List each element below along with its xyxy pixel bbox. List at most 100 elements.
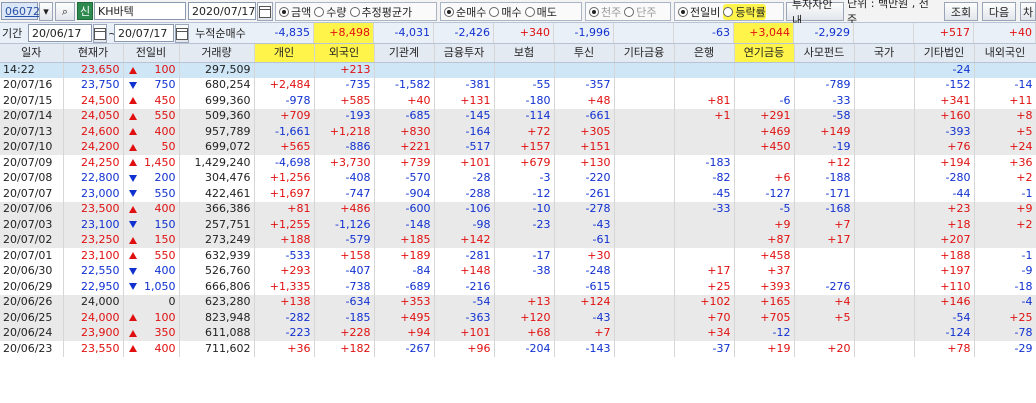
table-cell: 14:22	[0, 62, 64, 78]
triangle-up-icon	[128, 252, 137, 260]
table-cell: -978	[254, 93, 315, 109]
radio-radio_d-1[interactable]: 등락률	[723, 3, 766, 20]
radio-radio_c-1[interactable]: 단주	[624, 4, 657, 20]
table-row[interactable]: 20/07/14 24,050 550 509,360 +709 -193 -685 -145…	[0, 108, 1036, 124]
table-row[interactable]: 20/06/26 24,000 0 623,280 +138 -634 +353 -54 +13…	[0, 294, 1036, 310]
table-row[interactable]: 20/07/10 24,200 50 699,072 +565 -886 +221 -517 +…	[0, 139, 1036, 155]
stock-code-field[interactable]: 060720	[1, 2, 47, 20]
column-header[interactable]: 기타금융	[614, 44, 675, 63]
table-cell	[674, 77, 735, 93]
table-cell: -12	[734, 325, 795, 341]
table-row[interactable]: 20/07/15 24,500 450 699,360 -978 +585 +40 +131-…	[0, 93, 1036, 109]
cumulative-value: -2,929	[794, 23, 854, 43]
table-row[interactable]: 20/06/23 23,550 400 711,602 +36 +182 -267 +96 -2…	[0, 341, 1036, 357]
table-cell: -408	[314, 170, 375, 186]
table-cell: -29	[974, 341, 1036, 357]
table-row[interactable]: 20/07/09 24,250 1,450 1,429,240 -4,698 +3,730…	[0, 155, 1036, 171]
table-cell	[854, 232, 915, 248]
change-value: 0	[168, 295, 176, 309]
table-cell: -28	[434, 170, 495, 186]
column-header[interactable]: 금융투자	[434, 44, 495, 63]
stock-name-field[interactable]: KH바텍	[94, 2, 186, 20]
triangle-up-icon	[128, 143, 137, 151]
table-cell: +101	[434, 155, 495, 171]
radio-radio_d-0[interactable]: 전일비	[678, 4, 720, 20]
search-button[interactable]: 조회	[944, 2, 978, 21]
date-field[interactable]: 2020/07/17	[188, 2, 256, 20]
column-header[interactable]: 개인	[254, 44, 315, 63]
table-row[interactable]: 20/06/29 22,950 1,050 666,806 +1,335 -738 -689…	[0, 279, 1036, 295]
column-header[interactable]: 보험	[494, 44, 555, 63]
radio-radio_a-2[interactable]: 추정평균가	[349, 4, 412, 20]
triangle-up-icon	[128, 128, 137, 136]
column-header[interactable]: 기관계	[374, 44, 435, 63]
table-cell	[614, 201, 675, 217]
table-row[interactable]: 20/06/25 24,000 100 823,948 -282 -185 +495 -363…	[0, 310, 1036, 326]
period-from-field[interactable]: 20/06/17	[28, 24, 92, 42]
table-cell: -148	[374, 217, 435, 233]
date-picker-button[interactable]	[257, 2, 273, 21]
table-row[interactable]: 20/06/24 23,900 350 611,088 -223 +228 +94 +101 +…	[0, 325, 1036, 341]
column-header[interactable]: 국가	[854, 44, 915, 63]
table-cell: +305	[554, 124, 615, 140]
table-cell	[554, 62, 615, 78]
table-cell: 20/07/16	[0, 77, 64, 93]
table-row[interactable]: 20/07/03 23,100 150 257,751 +1,255 -1,126 -148…	[0, 217, 1036, 233]
column-header[interactable]: 거래량	[179, 44, 255, 63]
next-button[interactable]: 다음	[982, 2, 1016, 21]
table-row[interactable]: 20/07/07 23,000 550 422,461 +1,697 -747 -904 -2…	[0, 186, 1036, 202]
table-cell: +25	[974, 310, 1036, 326]
table-row[interactable]: 20/07/06 23,500 400 366,386 +81 +486 -600 -106-…	[0, 201, 1036, 217]
column-header[interactable]: 은행	[674, 44, 735, 63]
column-header[interactable]: 전일비	[123, 44, 180, 63]
table-cell: +48	[554, 93, 615, 109]
cumulative-value: +40	[974, 23, 1036, 43]
radio-radio_b-2[interactable]: 매도	[524, 4, 557, 20]
table-cell: -143	[554, 341, 615, 357]
table-cell: +94	[374, 325, 435, 341]
table-row[interactable]: 20/07/13 24,600 400 957,789 -1,661 +1,218 +830…	[0, 124, 1036, 140]
radio-radio_c-0[interactable]: 천주	[589, 4, 621, 20]
code-dropdown-button[interactable]: ▾	[39, 2, 53, 21]
change-value: 100	[154, 310, 176, 324]
table-row[interactable]: 20/06/30 22,550 400 526,760 +293 -407 -84 +148-…	[0, 263, 1036, 279]
table-row[interactable]: 20/07/02 23,250 150 273,249 +188 -579 +185 +142…	[0, 232, 1036, 248]
column-header[interactable]: 기타법인	[914, 44, 975, 63]
table-cell	[854, 201, 915, 217]
table-cell	[614, 155, 675, 171]
table-cell	[614, 279, 675, 295]
radio-radio_b-1[interactable]: 매수	[489, 4, 522, 20]
column-header[interactable]: 연기금등	[734, 44, 795, 63]
radio-radio_a-0[interactable]: 금액	[279, 4, 311, 20]
radio-radio_b-0[interactable]: 순매수	[444, 4, 486, 20]
column-header[interactable]: 일자	[0, 44, 64, 63]
column-header[interactable]: 사모펀드	[794, 44, 855, 63]
unit-label: 단위 : 백만원 , 천주	[847, 0, 929, 26]
table-cell	[614, 62, 675, 78]
table-row[interactable]: 14:22 23,650 100 297,509 +213 -24	[0, 62, 1036, 78]
column-header[interactable]: 외국인	[314, 44, 375, 63]
search-stock-button[interactable]: ⌕	[55, 2, 75, 21]
column-header[interactable]: 내외국인	[974, 44, 1036, 63]
column-header[interactable]: 현재가	[63, 44, 124, 63]
table-cell	[794, 263, 855, 279]
from-date-picker-button[interactable]	[93, 24, 107, 43]
column-header[interactable]: 투신	[554, 44, 615, 63]
table-row[interactable]: 20/07/01 23,100 550 632,939 -533 +158 +189 -281…	[0, 248, 1036, 264]
cumulative-value: +340	[494, 23, 554, 43]
table-cell	[674, 248, 735, 264]
triangle-up-icon	[128, 314, 137, 322]
radio-radio_a-1[interactable]: 수량	[314, 4, 347, 20]
period-to-field[interactable]: 20/07/17	[114, 24, 174, 42]
table-cell: -634	[314, 294, 375, 310]
chart-button[interactable]: 차	[1020, 2, 1036, 21]
change-cell: 550	[123, 248, 180, 264]
table-cell: +30	[554, 248, 615, 264]
change-type-group: 전일비 등락률	[674, 2, 784, 21]
table-row[interactable]: 20/07/16 23,750 750 680,254 +2,484 -735 -1,582…	[0, 77, 1036, 93]
triangle-up-icon	[128, 97, 137, 105]
radio-circle-icon	[349, 6, 360, 17]
table-row[interactable]: 20/07/08 22,800 200 304,476 +1,256 -408 -570 -2…	[0, 170, 1036, 186]
table-cell: +87	[734, 232, 795, 248]
investor-guide-button[interactable]: 투자자안내	[786, 0, 844, 27]
